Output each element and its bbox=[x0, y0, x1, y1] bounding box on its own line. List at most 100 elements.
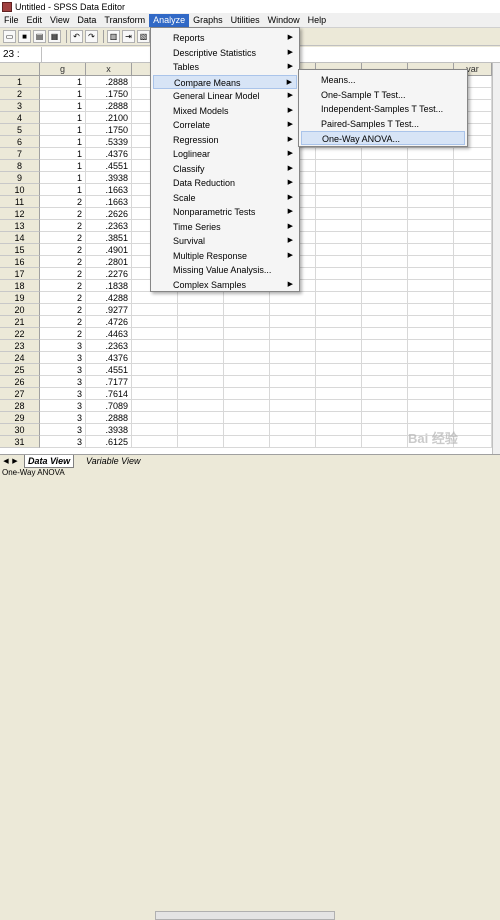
cell-empty[interactable] bbox=[316, 172, 362, 184]
cell-empty[interactable] bbox=[270, 352, 316, 364]
row-header[interactable]: 16 bbox=[0, 256, 40, 268]
cell-empty[interactable] bbox=[454, 196, 492, 208]
cell-empty[interactable] bbox=[454, 424, 492, 436]
cell-empty[interactable] bbox=[270, 316, 316, 328]
menu-file[interactable]: File bbox=[0, 14, 23, 27]
cell-empty[interactable] bbox=[178, 352, 224, 364]
cell-empty[interactable] bbox=[362, 160, 408, 172]
cell-empty[interactable] bbox=[408, 232, 454, 244]
tab-variable-view[interactable]: Variable View bbox=[86, 455, 141, 468]
cell-g[interactable]: 2 bbox=[40, 256, 86, 268]
cell-empty[interactable] bbox=[270, 424, 316, 436]
cell-empty[interactable] bbox=[408, 340, 454, 352]
cell-empty[interactable] bbox=[454, 268, 492, 280]
cell-empty[interactable] bbox=[224, 436, 270, 448]
cell-empty[interactable] bbox=[132, 328, 178, 340]
cell-g[interactable]: 1 bbox=[40, 76, 86, 88]
cell-empty[interactable] bbox=[178, 376, 224, 388]
row-header[interactable]: 21 bbox=[0, 316, 40, 328]
cell-empty[interactable] bbox=[408, 244, 454, 256]
cell-empty[interactable] bbox=[132, 388, 178, 400]
row-header[interactable]: 30 bbox=[0, 424, 40, 436]
menu-analyze[interactable]: Analyze bbox=[149, 13, 190, 27]
cell-empty[interactable] bbox=[408, 352, 454, 364]
analyze-menu-item[interactable]: Multiple Response ▶ bbox=[153, 249, 297, 263]
row-header[interactable]: 26 bbox=[0, 376, 40, 388]
analyze-menu-item[interactable]: Tables ▶ bbox=[153, 60, 297, 74]
row-header[interactable]: 6 bbox=[0, 136, 40, 148]
save-icon[interactable]: ■ bbox=[18, 30, 31, 43]
cell-empty[interactable] bbox=[408, 148, 454, 160]
cell-empty[interactable] bbox=[270, 364, 316, 376]
cell-empty[interactable] bbox=[224, 304, 270, 316]
cell-g[interactable]: 2 bbox=[40, 220, 86, 232]
cell-empty[interactable] bbox=[270, 400, 316, 412]
cell-empty[interactable] bbox=[362, 280, 408, 292]
cell-empty[interactable] bbox=[270, 340, 316, 352]
cell-g[interactable]: 3 bbox=[40, 364, 86, 376]
redo-icon[interactable]: ↷ bbox=[85, 30, 98, 43]
analyze-menu-item[interactable]: Complex Samples ▶ bbox=[153, 278, 297, 292]
cell-empty[interactable] bbox=[316, 400, 362, 412]
cell-x[interactable]: .5339 bbox=[86, 136, 132, 148]
variables-icon[interactable]: ▧ bbox=[137, 30, 150, 43]
cell-empty[interactable] bbox=[224, 412, 270, 424]
cell-empty[interactable] bbox=[316, 340, 362, 352]
cell-x[interactable]: .1750 bbox=[86, 88, 132, 100]
menu-transform[interactable]: Transform bbox=[100, 14, 149, 27]
cell-x[interactable]: .6125 bbox=[86, 436, 132, 448]
cell-empty[interactable] bbox=[132, 436, 178, 448]
row-header[interactable]: 5 bbox=[0, 124, 40, 136]
cell-empty[interactable] bbox=[454, 364, 492, 376]
cell-x[interactable]: .7089 bbox=[86, 400, 132, 412]
cell-empty[interactable] bbox=[408, 160, 454, 172]
row-header[interactable]: 31 bbox=[0, 436, 40, 448]
cell-g[interactable]: 1 bbox=[40, 160, 86, 172]
cell-empty[interactable] bbox=[316, 364, 362, 376]
cell-empty[interactable] bbox=[362, 376, 408, 388]
row-header[interactable]: 7 bbox=[0, 148, 40, 160]
row-header[interactable]: 13 bbox=[0, 220, 40, 232]
cell-empty[interactable] bbox=[408, 220, 454, 232]
cell-g[interactable]: 3 bbox=[40, 388, 86, 400]
cell-empty[interactable] bbox=[362, 208, 408, 220]
menu-help[interactable]: Help bbox=[304, 14, 331, 27]
tab-scroll-left-icon[interactable]: ◀ bbox=[2, 457, 10, 467]
cell-empty[interactable] bbox=[316, 352, 362, 364]
row-header[interactable]: 9 bbox=[0, 172, 40, 184]
cell-empty[interactable] bbox=[362, 232, 408, 244]
cell-empty[interactable] bbox=[132, 292, 178, 304]
cell-empty[interactable] bbox=[316, 436, 362, 448]
cell-empty[interactable] bbox=[408, 268, 454, 280]
cell-empty[interactable] bbox=[454, 220, 492, 232]
cell-g[interactable]: 2 bbox=[40, 292, 86, 304]
analyze-menu-item[interactable]: Mixed Models ▶ bbox=[153, 104, 297, 118]
tab-scroll-right-icon[interactable]: ▶ bbox=[11, 457, 19, 467]
cell-empty[interactable] bbox=[316, 160, 362, 172]
cell-empty[interactable] bbox=[408, 304, 454, 316]
menu-window[interactable]: Window bbox=[264, 14, 304, 27]
cell-empty[interactable] bbox=[316, 376, 362, 388]
cell-empty[interactable] bbox=[454, 232, 492, 244]
cell-empty[interactable] bbox=[178, 412, 224, 424]
cell-g[interactable]: 2 bbox=[40, 244, 86, 256]
cell-x[interactable]: .9277 bbox=[86, 304, 132, 316]
cell-x[interactable]: .3851 bbox=[86, 232, 132, 244]
cell-empty[interactable] bbox=[454, 172, 492, 184]
cell-empty[interactable] bbox=[316, 232, 362, 244]
cell-empty[interactable] bbox=[224, 340, 270, 352]
cell-x[interactable]: .4376 bbox=[86, 352, 132, 364]
undo-icon[interactable]: ↶ bbox=[70, 30, 83, 43]
cell-empty[interactable] bbox=[408, 316, 454, 328]
cell-empty[interactable] bbox=[270, 436, 316, 448]
cell-empty[interactable] bbox=[178, 424, 224, 436]
cell-g[interactable]: 2 bbox=[40, 316, 86, 328]
analyze-menu-item[interactable]: Survival ▶ bbox=[153, 234, 297, 248]
row-header[interactable]: 23 bbox=[0, 340, 40, 352]
cell-empty[interactable] bbox=[408, 208, 454, 220]
cell-empty[interactable] bbox=[224, 376, 270, 388]
cell-empty[interactable] bbox=[270, 304, 316, 316]
analyze-menu-item[interactable]: Missing Value Analysis... bbox=[153, 263, 297, 277]
cell-empty[interactable] bbox=[454, 400, 492, 412]
cell-empty[interactable] bbox=[362, 316, 408, 328]
